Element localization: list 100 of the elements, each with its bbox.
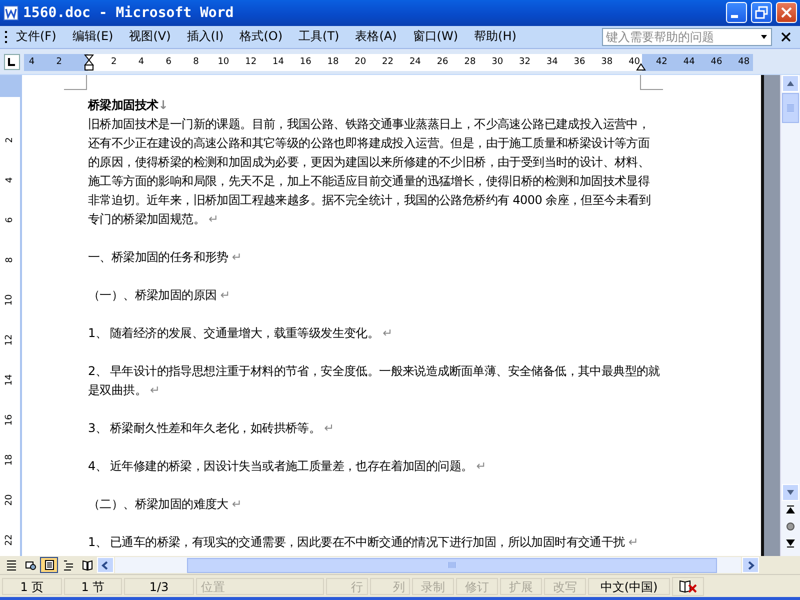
close-icon xyxy=(780,6,793,20)
status-field: 行 xyxy=(326,578,368,595)
normal-view-icon xyxy=(6,559,16,572)
next-page-icon[interactable] xyxy=(786,539,795,548)
ruler-number: 42 xyxy=(656,56,668,67)
ruler-number: 4 xyxy=(28,56,35,67)
ruler-number: 28 xyxy=(464,56,476,67)
ruler-number: 46 xyxy=(710,56,722,67)
ruler-number: 22 xyxy=(382,56,394,67)
ruler-number: 2 xyxy=(111,56,117,67)
ruler-number: 18 xyxy=(5,454,15,466)
ruler-number: 12 xyxy=(5,334,15,346)
section-heading: （一）、桥梁加固的原因 ↵ xyxy=(88,287,231,304)
ruler-number: 48 xyxy=(738,56,750,67)
page-layout-icon xyxy=(44,559,54,572)
document-title: 桥梁加固技术↓ xyxy=(88,97,169,114)
ruler-number: 32 xyxy=(519,56,530,67)
status-field: 位置 xyxy=(196,578,324,595)
tab-stop-selector[interactable] xyxy=(4,54,20,70)
left-tab-icon xyxy=(7,57,17,68)
scroll-down-icon[interactable] xyxy=(786,488,795,498)
open-book-icon xyxy=(82,559,92,572)
ruler-number: 22 xyxy=(5,534,15,546)
status-field: 录制 xyxy=(412,578,454,595)
status-field: 1 页 xyxy=(2,578,62,595)
minimize-button[interactable] xyxy=(726,2,747,24)
section-heading: （二）、桥梁加固的难度大 ↵ xyxy=(88,496,243,514)
status-field: 1 节 xyxy=(64,578,122,595)
ruler-number: 10 xyxy=(218,56,230,67)
status-field: 列 xyxy=(370,578,410,595)
menu-item[interactable]: 工具(T) xyxy=(290,26,348,48)
scroll-left-icon[interactable] xyxy=(101,560,110,570)
ruler-number: 16 xyxy=(300,56,312,67)
restore-icon xyxy=(755,6,768,20)
view-mode-button[interactable] xyxy=(40,557,58,574)
ruler-number: 24 xyxy=(409,56,421,67)
grip-icon xyxy=(4,28,8,45)
list-item: 1、 随着经济的发展、交通量增大，载重等级发生变化。 ↵ xyxy=(88,325,394,342)
ruler-number: 18 xyxy=(327,56,339,67)
ruler-number: 30 xyxy=(492,56,504,67)
scroll-right-icon[interactable] xyxy=(746,560,755,570)
menu-item[interactable]: 插入(I) xyxy=(178,26,232,48)
menu-item[interactable]: 编辑(E) xyxy=(64,26,122,48)
status-field: 扩展 xyxy=(500,578,542,595)
status-field: 中文(中国) xyxy=(588,578,670,595)
ruler-number: 44 xyxy=(683,56,695,67)
status-field: 改写 xyxy=(544,578,586,595)
close-icon[interactable] xyxy=(780,30,792,43)
ruler-number: 14 xyxy=(272,56,284,67)
ruler-number: 40 xyxy=(628,56,640,67)
menu-item[interactable]: 表格(A) xyxy=(347,26,405,48)
menu-item[interactable]: 格式(O) xyxy=(232,26,291,48)
minimize-icon xyxy=(731,15,738,18)
close-button[interactable] xyxy=(776,2,797,24)
menu-item[interactable]: 帮助(H) xyxy=(466,26,524,48)
crop-mark xyxy=(640,75,663,90)
ruler-number: 26 xyxy=(436,56,448,67)
ruler-number: 38 xyxy=(601,56,613,67)
ruler-number: 34 xyxy=(546,56,558,67)
status-field: 1/3 xyxy=(124,578,194,595)
browse-object-icon[interactable] xyxy=(786,522,795,532)
indent-markers-icon[interactable] xyxy=(84,54,94,71)
ruler-number: 20 xyxy=(354,56,366,67)
web-layout-icon xyxy=(24,559,36,572)
ruler-number: 4 xyxy=(138,56,144,67)
list-item: 1、 已通车的桥梁，有现实的交通需要，因此要在不中断交通的情况下进行加固，所以加固时有交通干扰 ↵ xyxy=(88,534,640,552)
crop-mark xyxy=(64,75,87,90)
ruler-number: 20 xyxy=(5,494,15,506)
scroll-thumb-icon[interactable] xyxy=(786,104,795,112)
list-item: 2、 早年设计的指导思想注重于材料的节省，安全度低。一般来说造成断面单薄、安全储备低，其中最典型的就是双曲拱。 ↵ xyxy=(88,363,660,400)
horizontal-scrollbar[interactable] xyxy=(115,557,741,574)
ruler-number: 16 xyxy=(5,414,15,426)
menu-item[interactable]: 文件(F) xyxy=(8,26,64,48)
scroll-thumb-icon[interactable] xyxy=(448,561,456,570)
ruler-number: 2 xyxy=(5,137,15,144)
status-field: 修订 xyxy=(456,578,498,595)
ruler-number: 12 xyxy=(245,56,257,67)
window-title: 1560.doc - Microsoft Word xyxy=(23,4,235,21)
ruler-number: 8 xyxy=(5,257,15,264)
ruler-number: 36 xyxy=(574,56,586,67)
body-paragraph: 旧桥加固技术是一门新的课题。目前，我国公路、铁路交通事业蒸蒸日上，不少高速公路已建成投入运营中，还有不少正在建设的高速公路和其它等级的公路也即将建成投入运营。但是，由于施工质量和桥梁设计等方面的原因，使得桥梁的检测和加固成为必要，更因为建国以来所修建的不少旧桥，由于受到当时的设计、材料、施工等方面的影响和局限，先天不足，加上不能适应目前交通量的迅猛增长，使得旧桥的检测和加固技术显得非常迫切。近年来，旧桥加固工程越来越多。据不完全统计，我国的公路危桥约有 4000 余座，但至今未看到专门的桥梁加固规范。 ↵ xyxy=(88,116,652,228)
ruler-number: 8 xyxy=(193,56,199,67)
restore-button[interactable] xyxy=(751,2,772,24)
ruler-number: 6 xyxy=(5,217,15,224)
document-icon xyxy=(3,4,19,21)
ruler-number: 6 xyxy=(166,56,172,67)
list-item: 4、 近年修建的桥梁，因设计失当或者施工质量差，也存在着加固的问题。 ↵ xyxy=(88,458,487,476)
ruler-number: 14 xyxy=(5,374,15,386)
scroll-up-icon[interactable] xyxy=(786,79,795,88)
vertical-scrollbar[interactable] xyxy=(780,75,800,556)
spelling-check-icon[interactable] xyxy=(679,578,697,594)
ruler-number: 2 xyxy=(56,56,62,67)
ruler-number: 10 xyxy=(5,294,15,306)
help-search-field[interactable]: 键入需要帮助的问题 xyxy=(602,28,772,46)
previous-page-icon[interactable] xyxy=(786,505,795,514)
ruler-number: 4 xyxy=(5,177,15,184)
list-item: 3、 桥梁耐久性差和年久老化，如砖拱桥等。 ↵ xyxy=(88,420,335,438)
section-heading: 一、桥梁加固的任务和形势 ↵ xyxy=(88,249,243,266)
menu-item[interactable]: 视图(V) xyxy=(121,26,179,48)
menu-item[interactable]: 窗口(W) xyxy=(404,26,466,48)
